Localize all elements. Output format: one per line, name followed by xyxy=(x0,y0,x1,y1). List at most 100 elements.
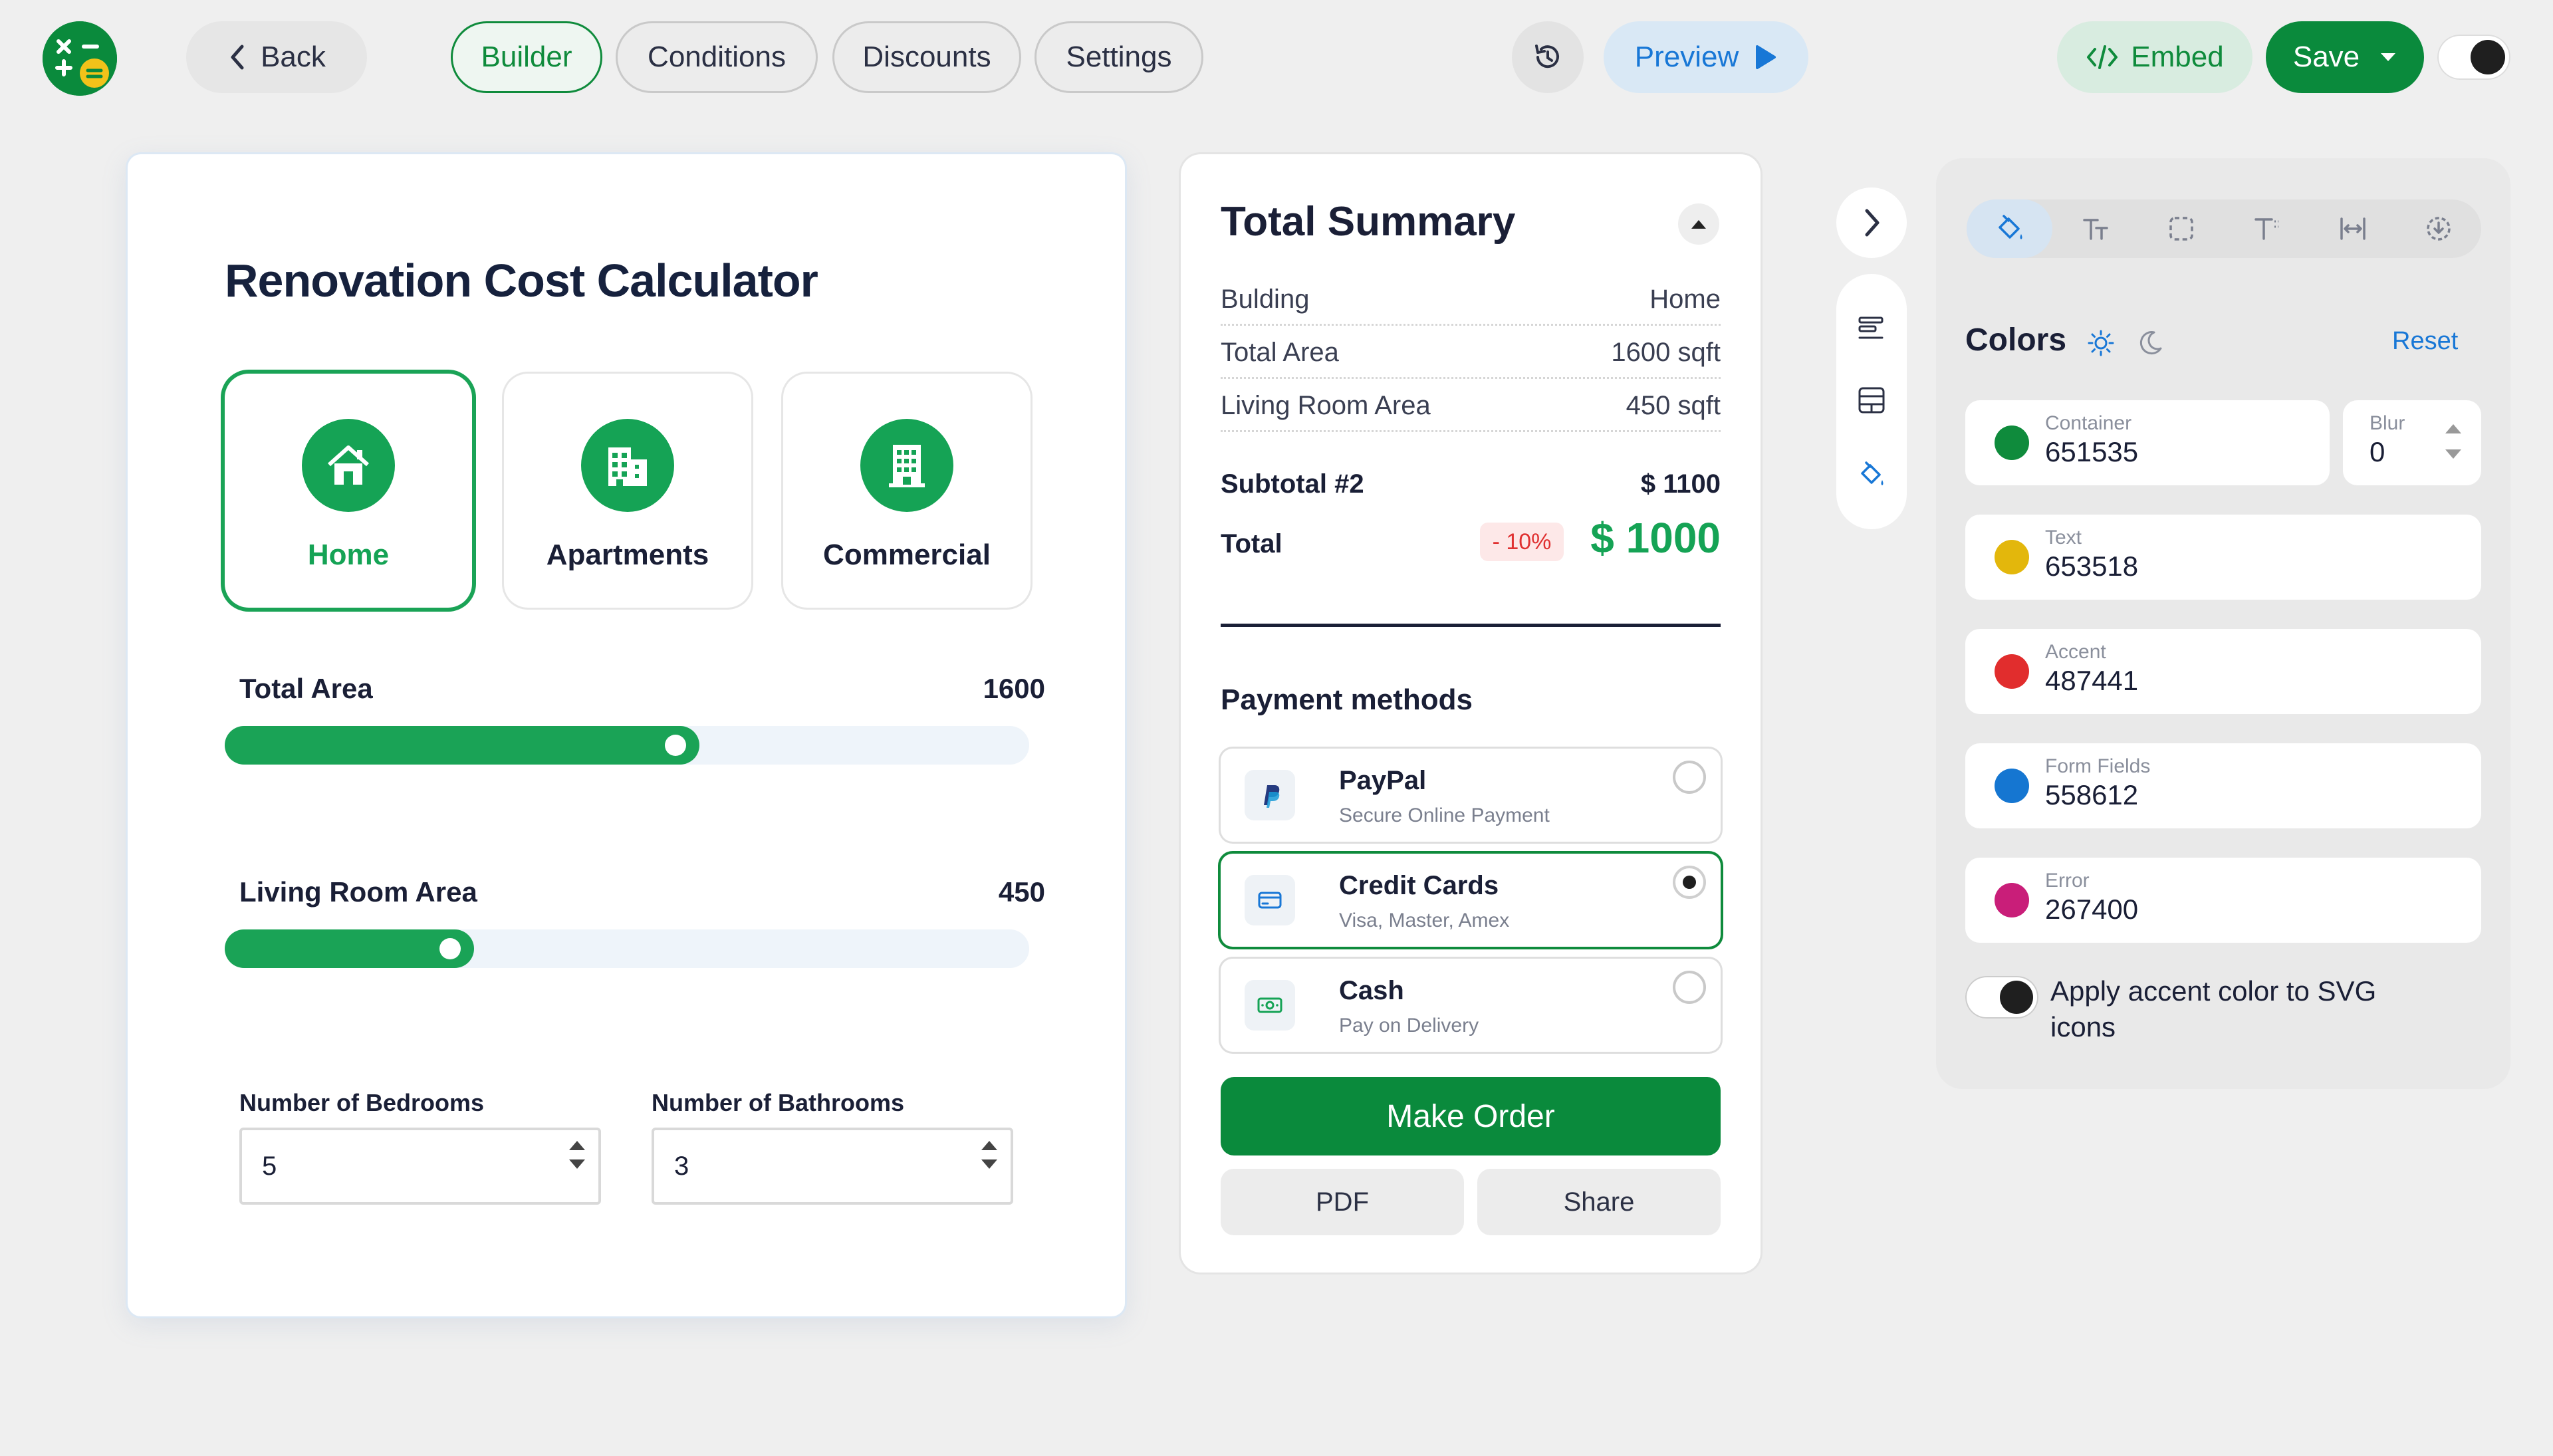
payment-option-cash[interactable]: Cash Pay on Delivery xyxy=(1221,959,1721,1052)
color-swatch[interactable] xyxy=(1995,883,2029,917)
bedrooms-label: Number of Bedrooms xyxy=(239,1089,485,1116)
building-type-apartments[interactable]: Apartments xyxy=(504,374,751,608)
svg-accent-toggle[interactable] xyxy=(1965,976,2038,1019)
payment-methods-title: Payment methods xyxy=(1221,683,1473,716)
building-type-home[interactable]: Home xyxy=(225,374,472,608)
align-left-icon[interactable] xyxy=(1857,314,1886,343)
subtotal-label: Subtotal #2 xyxy=(1221,469,1364,499)
stepper-down-icon[interactable] xyxy=(569,1159,585,1169)
color-field-accent[interactable]: Accent 487441 xyxy=(1965,629,2481,714)
collapse-button[interactable] xyxy=(1678,203,1719,245)
color-field-error[interactable]: Error 267400 xyxy=(1965,858,2481,943)
history-icon xyxy=(1535,45,1559,68)
tab-builder[interactable]: Builder xyxy=(451,21,602,93)
total-area-value: 1600 xyxy=(983,673,1045,704)
stepper-down-icon[interactable] xyxy=(981,1159,997,1169)
payment-radio[interactable] xyxy=(1673,971,1706,1004)
payment-name: Credit Cards xyxy=(1339,871,1499,900)
summary-row: Living Room Area 450 sqft xyxy=(1221,391,1721,432)
blur-value[interactable]: 0 xyxy=(2370,436,2385,468)
history-button[interactable] xyxy=(1512,21,1584,93)
tab-conditions[interactable]: Conditions xyxy=(616,21,818,93)
bedrooms-stepper[interactable] xyxy=(569,1141,585,1169)
living-room-area-value: 450 xyxy=(998,876,1045,908)
layout-icon[interactable] xyxy=(1857,386,1886,415)
slider-handle[interactable] xyxy=(439,938,461,959)
living-room-area-slider[interactable] xyxy=(225,929,1029,968)
stepper-up-icon[interactable] xyxy=(981,1141,997,1150)
download-circle-icon xyxy=(2426,217,2451,241)
building-type-commercial[interactable]: Commercial xyxy=(783,374,1031,608)
payment-option-paypal[interactable]: PayPal Secure Online Payment xyxy=(1221,749,1721,842)
payment-name: Cash xyxy=(1339,976,1404,1005)
tab-typography[interactable] xyxy=(2052,199,2138,258)
discount-badge: - 10% xyxy=(1480,523,1564,561)
payment-option-credit-cards[interactable]: Credit Cards Visa, Master, Amex xyxy=(1221,854,1721,947)
toggle-knob xyxy=(2000,981,2033,1014)
blur-stepper[interactable] xyxy=(2445,424,2461,459)
color-swatch[interactable] xyxy=(1995,425,2029,460)
pdf-button[interactable]: PDF xyxy=(1221,1169,1464,1235)
color-field-value[interactable]: 653518 xyxy=(2045,550,2138,582)
color-field-text[interactable]: Text 653518 xyxy=(1965,515,2481,600)
paint-bucket-icon xyxy=(1998,215,2022,239)
subtotal-row: Subtotal #2 $ 1100 xyxy=(1221,469,1721,499)
tab-discounts[interactable]: Discounts xyxy=(832,21,1021,93)
tab-effects[interactable] xyxy=(2395,199,2481,258)
stepper-up-icon[interactable] xyxy=(2445,424,2461,433)
summary-row-label: Living Room Area xyxy=(1221,391,1431,420)
color-field-form-fields[interactable]: Form Fields 558612 xyxy=(1965,743,2481,828)
bedrooms-input[interactable]: 5 xyxy=(239,1128,601,1205)
sun-icon[interactable] xyxy=(2086,328,2116,358)
bathrooms-stepper[interactable] xyxy=(981,1141,997,1169)
dark-mode-toggle[interactable] xyxy=(2437,35,2510,80)
payment-subtitle: Secure Online Payment xyxy=(1339,804,1550,826)
save-button[interactable]: Save xyxy=(2266,21,2424,93)
reset-link[interactable]: Reset xyxy=(2392,327,2458,356)
moon-icon[interactable] xyxy=(2135,328,2165,358)
tab-text-style[interactable] xyxy=(2224,199,2310,258)
color-field-label: Text xyxy=(2045,527,2082,548)
preview-label: Preview xyxy=(1634,41,1739,73)
stepper-down-icon[interactable] xyxy=(2445,449,2461,459)
payment-radio[interactable] xyxy=(1673,866,1706,899)
slider-handle[interactable] xyxy=(664,735,686,756)
expand-panel-button[interactable] xyxy=(1836,187,1907,258)
total-area-slider[interactable] xyxy=(225,726,1029,765)
color-field-value[interactable]: 267400 xyxy=(2045,894,2138,925)
bathrooms-input[interactable]: 3 xyxy=(652,1128,1013,1205)
style-tool-tabs xyxy=(1967,199,2481,258)
bathrooms-label: Number of Bathrooms xyxy=(652,1089,905,1116)
tab-spacing[interactable] xyxy=(2310,199,2395,258)
credit-card-icon xyxy=(1245,875,1295,925)
color-swatch[interactable] xyxy=(1995,540,2029,574)
preview-button[interactable]: Preview xyxy=(1604,21,1808,93)
banknote-icon xyxy=(1257,997,1282,1013)
save-label: Save xyxy=(2292,41,2360,73)
color-field-label: Error xyxy=(2045,870,2090,892)
make-order-button[interactable]: Make Order xyxy=(1221,1077,1721,1155)
color-field-container[interactable]: Container 651535 xyxy=(1965,400,2330,485)
stepper-up-icon[interactable] xyxy=(569,1141,585,1150)
color-field-label: Accent xyxy=(2045,641,2106,663)
color-field-value[interactable]: 558612 xyxy=(2045,779,2138,811)
share-button[interactable]: Share xyxy=(1477,1169,1721,1235)
color-swatch[interactable] xyxy=(1995,769,2029,803)
tab-colors[interactable] xyxy=(1967,199,2052,258)
back-button[interactable]: Back xyxy=(186,21,367,93)
tab-settings[interactable]: Settings xyxy=(1034,21,1203,93)
slider-fill xyxy=(225,726,699,765)
cash-icon xyxy=(1245,980,1295,1031)
paint-bucket-icon[interactable] xyxy=(1857,460,1886,489)
slider-fill xyxy=(225,929,475,968)
color-swatch[interactable] xyxy=(1995,654,2029,689)
tab-border[interactable] xyxy=(2138,199,2224,258)
color-field-value[interactable]: 487441 xyxy=(2045,665,2138,697)
caret-up-icon xyxy=(1691,219,1706,229)
embed-label: Embed xyxy=(2131,41,2224,73)
bathrooms-value: 3 xyxy=(674,1151,689,1181)
blur-field[interactable]: Blur 0 xyxy=(2343,400,2481,485)
color-field-value[interactable]: 651535 xyxy=(2045,436,2138,468)
payment-radio[interactable] xyxy=(1673,761,1706,794)
embed-button[interactable]: Embed xyxy=(2057,21,2252,93)
